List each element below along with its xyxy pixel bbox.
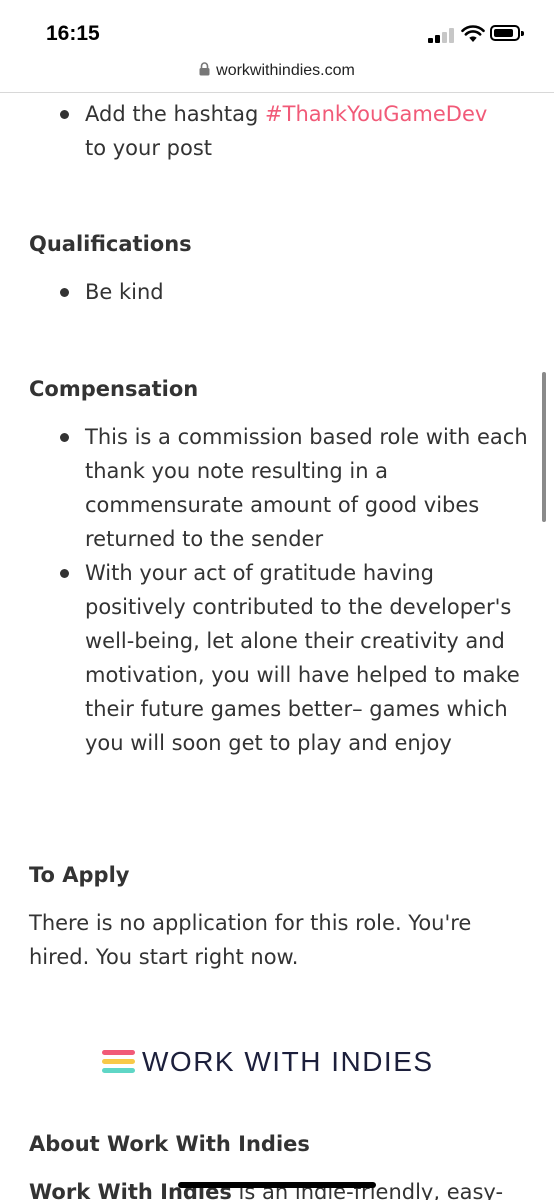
home-indicator[interactable] bbox=[178, 1182, 376, 1188]
list-item: Be kind bbox=[0, 275, 530, 309]
scrollbar[interactable] bbox=[542, 372, 546, 522]
wifi-icon bbox=[461, 25, 485, 42]
apply-heading: To Apply bbox=[29, 863, 130, 887]
url-display[interactable]: workwithindies.com bbox=[0, 62, 554, 80]
hashtag-link[interactable]: #ThankYouGameDev bbox=[265, 102, 487, 126]
lock-icon bbox=[199, 62, 210, 76]
status-time: 16:15 bbox=[46, 22, 100, 45]
qualifications-list: Be kind bbox=[0, 275, 554, 309]
about-heading: About Work With Indies bbox=[29, 1132, 310, 1156]
compensation-heading: Compensation bbox=[29, 377, 199, 401]
cellular-signal-icon bbox=[428, 27, 456, 43]
url-text: workwithindies.com bbox=[216, 62, 355, 79]
compensation-list: This is a commission based role with eac… bbox=[0, 420, 554, 760]
status-bar: 16:15 bbox=[0, 0, 554, 58]
battery-icon bbox=[490, 25, 524, 41]
page-content: Add the hashtag #ThankYouGameDev to your … bbox=[0, 92, 554, 1200]
qualifications-heading: Qualifications bbox=[29, 232, 192, 256]
apply-text: There is no application for this role. Y… bbox=[29, 911, 472, 969]
address-bar[interactable]: workwithindies.com bbox=[0, 58, 554, 93]
task-list: Add the hashtag #ThankYouGameDev to your … bbox=[0, 97, 554, 165]
list-item: With your act of gratitude having positi… bbox=[0, 556, 530, 760]
logo-text: WORK WITH INDIES bbox=[142, 1046, 434, 1077]
list-item: Add the hashtag #ThankYouGameDev to your … bbox=[0, 97, 530, 165]
logo-stripes-icon bbox=[102, 1050, 135, 1074]
list-item: This is a commission based role with eac… bbox=[0, 420, 530, 556]
